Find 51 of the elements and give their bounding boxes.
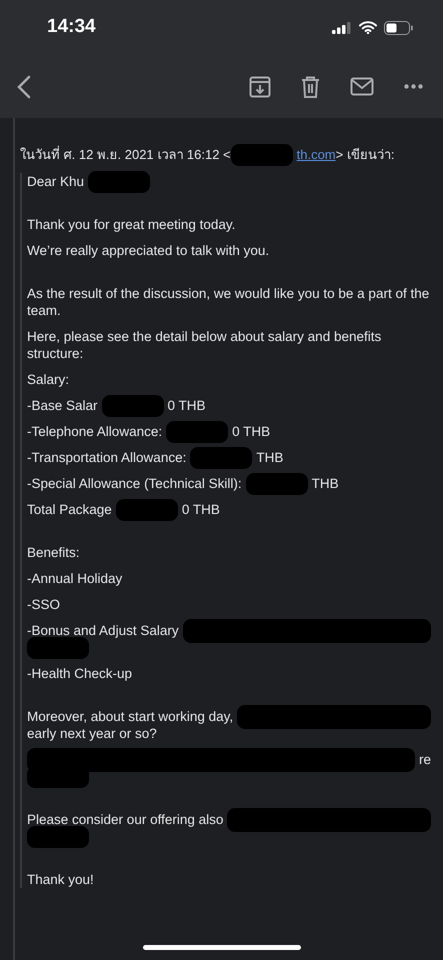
paragraph: -Annual Holiday xyxy=(27,570,124,587)
text: 0 THB xyxy=(168,397,206,414)
text: -Base Salar xyxy=(27,397,98,414)
text: THB xyxy=(256,449,284,466)
redaction-mark xyxy=(190,446,252,468)
back-icon xyxy=(16,74,32,98)
redaction-mark xyxy=(27,636,89,658)
paragraph: We’re really appreciated to talk with you. xyxy=(27,242,270,259)
archive-icon xyxy=(249,76,271,98)
text: Please consider our offering also xyxy=(27,811,224,828)
text: re xyxy=(418,751,431,768)
signal-icon xyxy=(332,22,352,34)
trash-icon xyxy=(301,76,320,98)
battery-icon xyxy=(384,20,413,34)
mail-icon xyxy=(350,77,374,96)
paragraph: Thank you for great meeting today. xyxy=(27,216,236,233)
text: -Special Allowance (Technical Skill): xyxy=(27,475,242,492)
paragraph: Thank you! xyxy=(27,871,95,888)
paragraph: -SSO xyxy=(27,596,62,613)
text: -Telephone Allowance: xyxy=(27,423,162,440)
archive-button[interactable] xyxy=(249,76,271,98)
paragraph: early next year or so? xyxy=(27,725,158,742)
text: 0 THB xyxy=(182,501,220,518)
trash-button[interactable] xyxy=(301,76,320,98)
paragraph: Salary: xyxy=(27,371,70,388)
text: 0 THB xyxy=(232,423,270,440)
paragraph: As the result of the discussion, we would like you to be a part of the team. xyxy=(27,285,430,319)
redaction-mark xyxy=(166,420,228,442)
wifi-icon xyxy=(359,21,377,34)
more-icon xyxy=(404,84,423,89)
redaction-mark xyxy=(246,472,308,494)
redaction-mark xyxy=(230,144,293,166)
text: Moreover, about start working day, xyxy=(27,708,234,725)
paragraph: Benefits: xyxy=(27,544,81,561)
text: Total Package xyxy=(27,501,112,518)
email-link[interactable]: th.com xyxy=(296,146,336,163)
text: Dear Khu xyxy=(27,173,84,190)
redaction-mark xyxy=(116,498,178,520)
paragraph: Here, please see the detail below about salary and benefits structure: xyxy=(27,328,382,362)
text: THB xyxy=(312,475,339,492)
paragraph: -Health Check-up xyxy=(27,665,134,682)
redaction-mark xyxy=(27,826,89,848)
more-button[interactable] xyxy=(404,84,423,89)
mail-button[interactable] xyxy=(350,77,374,96)
redaction-mark xyxy=(102,394,164,416)
text: -Bonus and Adjust Salary xyxy=(27,622,179,639)
redaction-mark xyxy=(88,170,150,192)
text: ในวันที่ ศ. 12 พ.ย. 2021 เวลา 16:12 < xyxy=(20,146,231,163)
status-time: 14:34 xyxy=(47,15,96,40)
text: -Transportation Allowance: xyxy=(27,449,186,466)
text: > เขียนว่า: xyxy=(336,146,394,163)
